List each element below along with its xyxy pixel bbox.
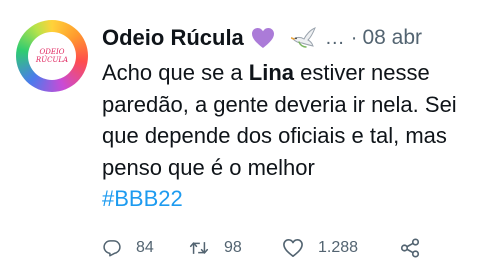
retweet-button[interactable]: 98 [188,238,282,258]
retweet-count: 98 [224,239,242,256]
tweet-timestamp[interactable]: 08 abr [362,26,422,50]
avatar-text-line2: RÚCULA [35,56,69,64]
tweet: ODEIO RÚCULA Odeio Rúcula … · 08 abr Ach… [0,0,504,269]
hashtag-link[interactable]: #BBB22 [102,186,183,211]
header-separator: · [350,26,358,49]
retweet-icon [189,242,209,254]
share-button[interactable] [399,237,421,259]
tweet-actions: 84 98 1.288 [102,236,421,260]
tweet-text-bold-name: Lina [248,60,295,85]
tweet-text-part1: Acho que se a [102,60,249,85]
reply-count: 84 [136,239,154,256]
reply-icon [103,240,121,257]
dove-icon [290,26,317,50]
like-heart-icon [283,239,303,257]
avatar[interactable]: ODEIO RÚCULA [16,20,88,92]
reply-button[interactable]: 84 [102,238,188,258]
purple-heart-icon [251,27,275,49]
tweet-header: Odeio Rúcula … · 08 abr [102,24,422,52]
like-count: 1.288 [318,239,359,256]
share-icon [400,238,420,258]
name-truncation-ellipsis: … [324,26,345,49]
avatar-logo: ODEIO RÚCULA [28,32,76,80]
author-display-name[interactable]: Odeio Rúcula [102,25,244,51]
tweet-text: Acho que se a Lina estiver nesse paredão… [102,57,498,215]
avatar-text-line1: ODEIO [39,48,65,56]
like-button[interactable]: 1.288 [282,238,399,258]
